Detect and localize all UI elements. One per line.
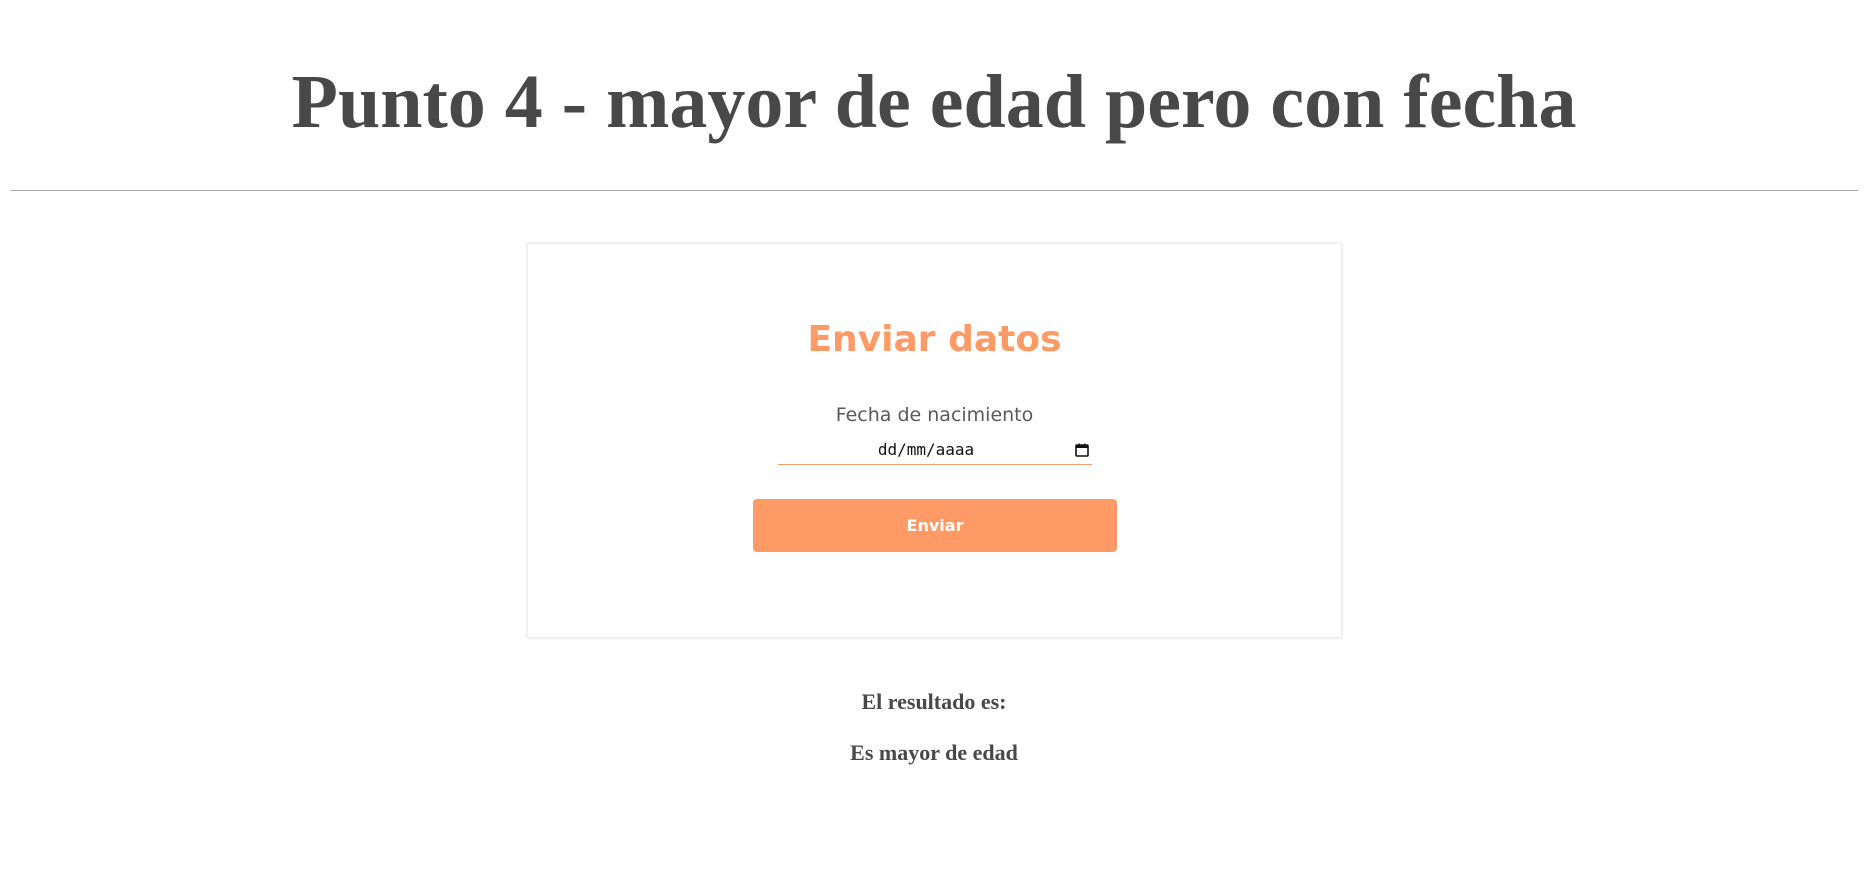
form-card: Enviar datos Fecha de nacimiento dd/mm/a… <box>527 243 1342 638</box>
birthdate-input[interactable]: dd/mm/aaaa <box>778 436 1092 465</box>
calendar-icon[interactable] <box>1074 442 1090 458</box>
birthdate-placeholder: dd/mm/aaaa <box>877 440 975 459</box>
result-label: El resultado es: <box>861 689 1007 714</box>
form-title: Enviar datos <box>807 319 1062 360</box>
submit-button[interactable]: Enviar <box>753 499 1117 552</box>
birthdate-label: Fecha de nacimiento <box>835 404 1034 426</box>
result-value: Es mayor de edad <box>850 740 1018 765</box>
title-divider <box>10 190 1858 191</box>
page-title: Punto 4 - mayor de edad pero con fecha <box>291 60 1577 144</box>
